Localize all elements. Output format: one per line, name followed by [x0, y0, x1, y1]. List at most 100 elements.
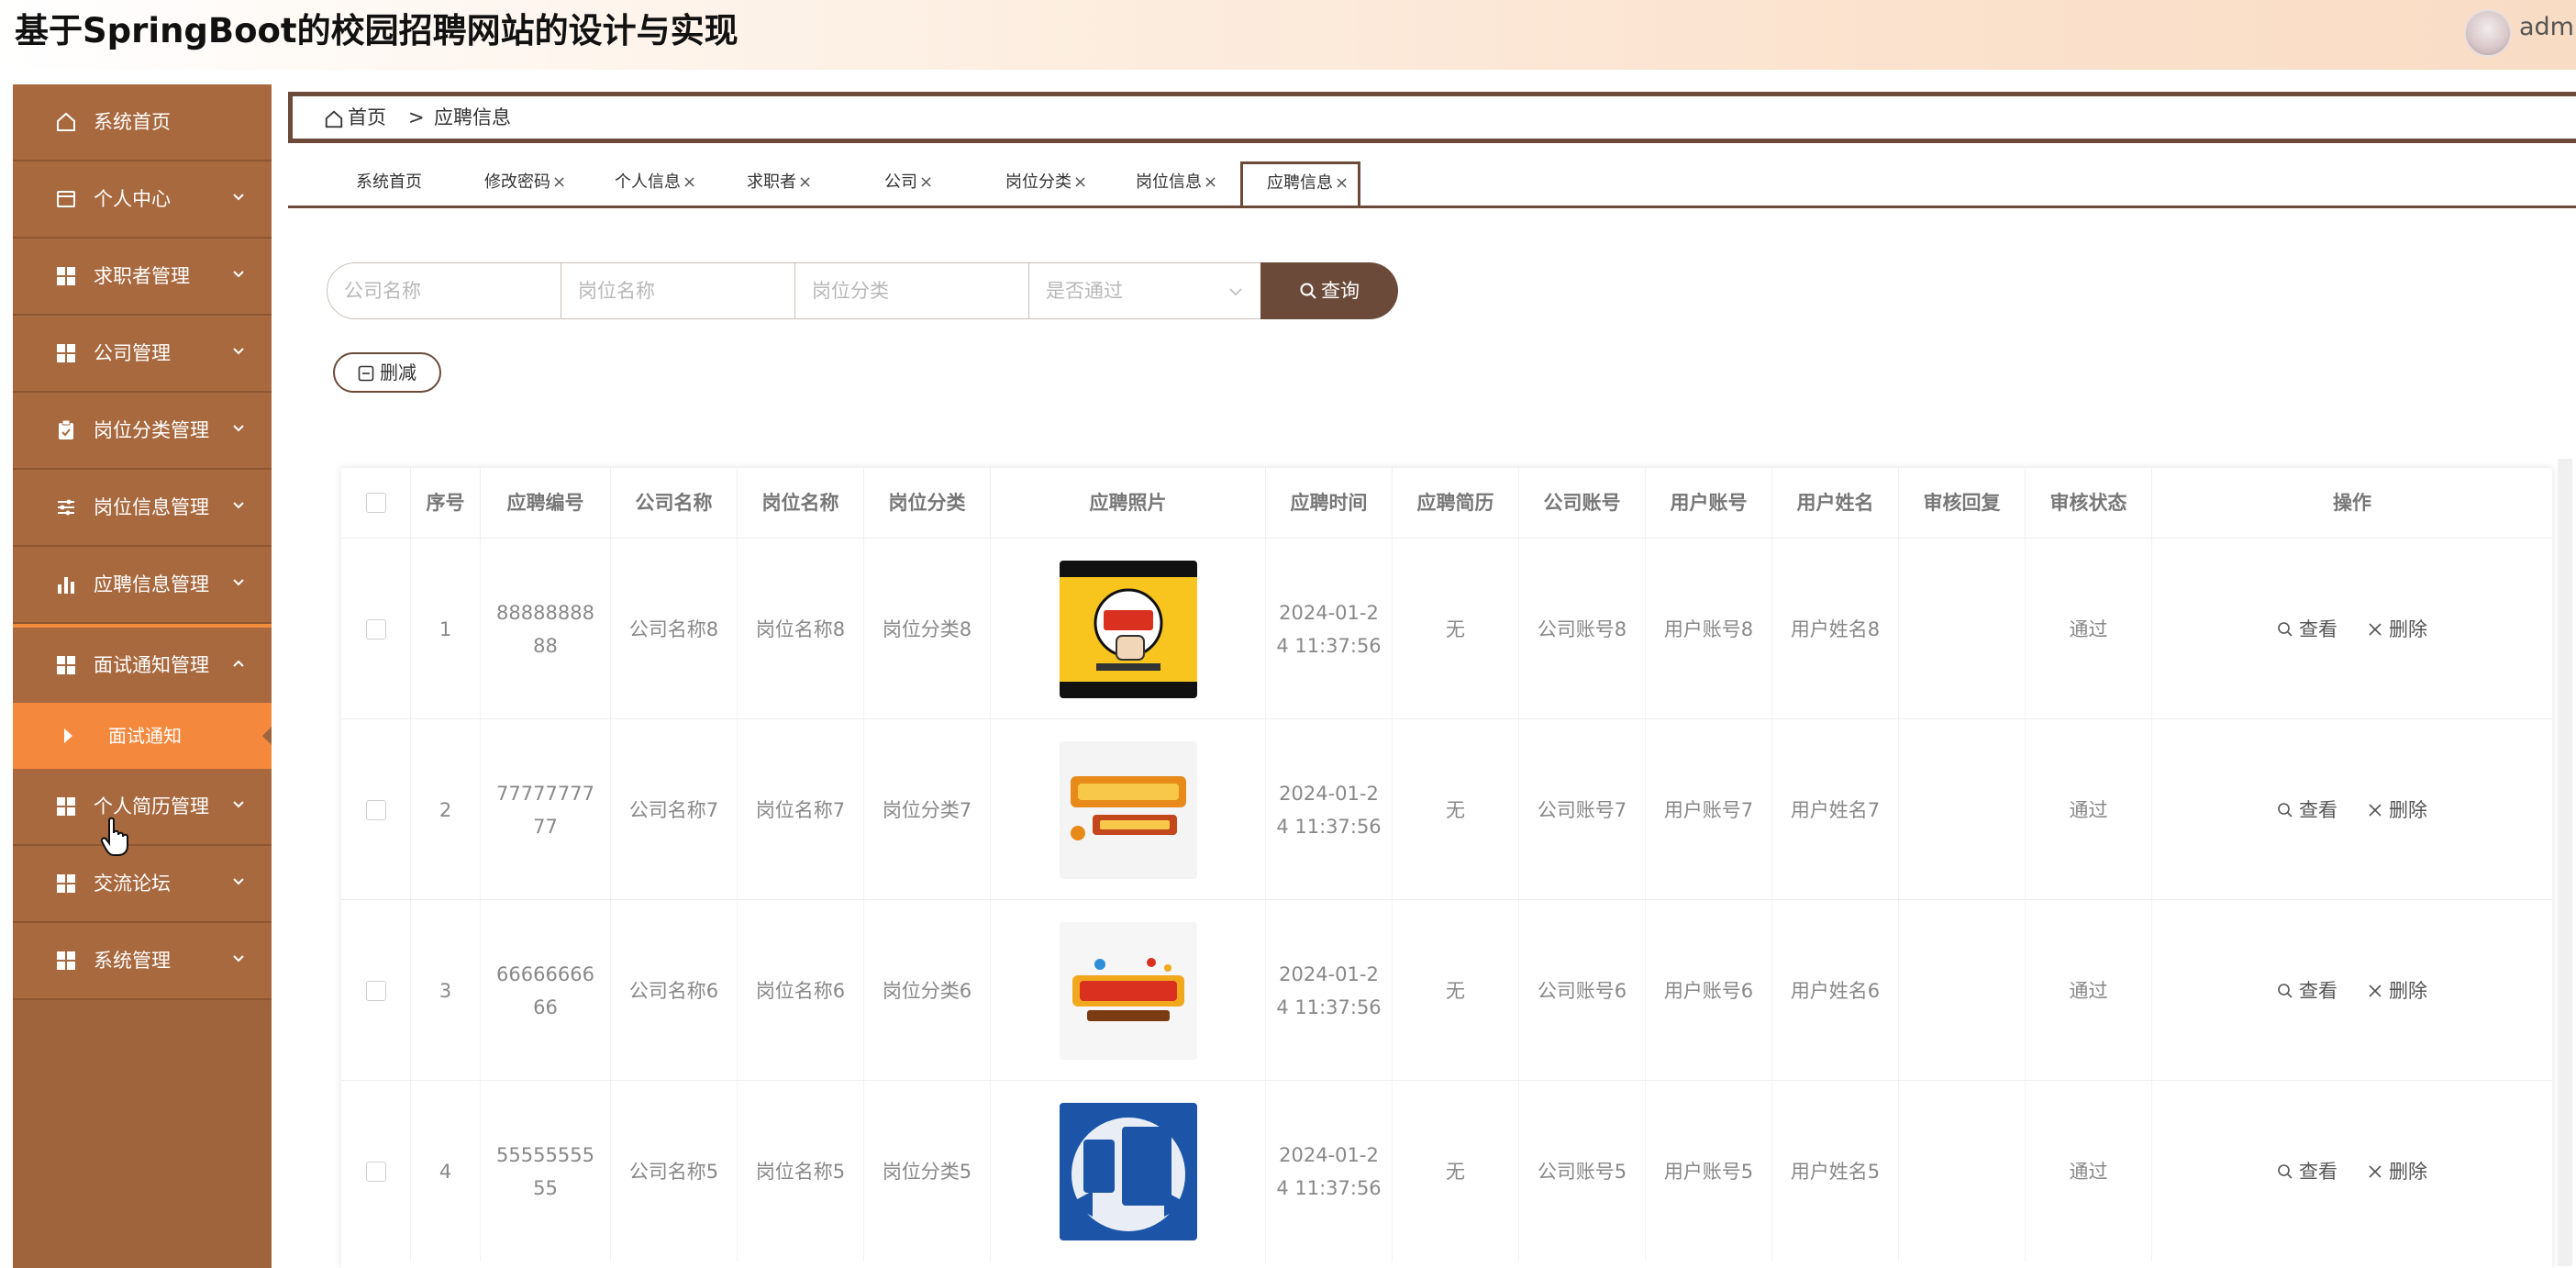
tab-job-category[interactable]: 岗位分类 ×	[1005, 161, 1087, 202]
sidebar-item-jobseekers[interactable]: 求职者管理	[13, 239, 272, 316]
time-line-2: 4 11:37:56	[1276, 634, 1382, 657]
company-name-input[interactable]: 公司名称	[327, 262, 561, 319]
tab-company[interactable]: 公司 ×	[884, 161, 933, 202]
delete-label: 删除	[2389, 1160, 2427, 1183]
chevron-down-icon	[233, 502, 244, 509]
code-line-2: 55	[533, 1176, 558, 1199]
close-icon[interactable]: ×	[552, 172, 566, 192]
row-checkbox[interactable]	[365, 980, 386, 1001]
delete-button[interactable]: 删除	[2367, 613, 2427, 646]
user-name[interactable]: admin	[2519, 13, 2576, 41]
sidebar-item-applications[interactable]: 应聘信息管理	[13, 547, 272, 624]
application-photo[interactable]	[1059, 740, 1197, 879]
cell-actions: 查看 删除	[2152, 900, 2552, 1081]
sidebar-item-system[interactable]: 系统管理	[13, 923, 272, 1000]
time-line-2: 4 11:37:56	[1276, 995, 1382, 1018]
cell-category: 岗位分类6	[864, 900, 991, 1081]
close-icon[interactable]: ×	[1335, 173, 1349, 193]
cell-index: 3	[411, 900, 481, 1081]
view-button[interactable]: 查看	[2277, 613, 2337, 646]
select-all-checkbox[interactable]	[365, 493, 386, 513]
view-button[interactable]: 查看	[2277, 1155, 2337, 1188]
tab-jobseekers[interactable]: 求职者 ×	[747, 161, 812, 202]
tab-job-info[interactable]: 岗位信息 ×	[1136, 161, 1217, 202]
sidebar-item-home[interactable]: 系统首页	[13, 84, 272, 161]
sidebar-item-interview-notices[interactable]: 面试通知管理	[13, 624, 272, 703]
application-photo[interactable]	[1059, 921, 1197, 1060]
close-icon[interactable]: ×	[683, 172, 696, 192]
delete-label: 删除	[2389, 617, 2427, 640]
breadcrumb-home[interactable]: 首页	[348, 96, 386, 139]
chevron-down-icon	[1229, 288, 1242, 296]
close-icon[interactable]: ×	[1073, 172, 1087, 192]
chevron-down-icon	[233, 955, 244, 962]
poster-high-salary-image	[1059, 921, 1197, 1060]
cell-actions: 查看 删除	[2152, 719, 2552, 900]
delete-button[interactable]: 删除	[2367, 974, 2427, 1007]
position-name-input[interactable]: 岗位名称	[561, 262, 795, 319]
column-header: 应聘编号	[481, 468, 611, 538]
sidebar-item-job-categories[interactable]: 岗位分类管理	[13, 393, 272, 470]
passed-select[interactable]: 是否通过	[1028, 262, 1261, 319]
close-icon[interactable]: ×	[1204, 172, 1217, 192]
view-button[interactable]: 查看	[2277, 974, 2337, 1007]
application-photo[interactable]	[1059, 560, 1197, 698]
tab-personal-info[interactable]: 个人信息 ×	[615, 161, 696, 202]
bar-chart-icon	[55, 573, 77, 595]
cell-actions: 查看 删除	[2152, 1081, 2552, 1262]
close-icon[interactable]: ×	[798, 172, 812, 192]
delete-button[interactable]: 删除	[2367, 794, 2427, 827]
code-line-2: 88	[533, 634, 558, 657]
tab-home[interactable]: 系统首页	[356, 161, 422, 202]
tab-change-password[interactable]: 修改密码 ×	[484, 161, 566, 202]
row-select-cell	[341, 900, 411, 1081]
sidebar: 系统首页 个人中心 求职者管理 公司管理 岗位分类管理 岗位信息管理 应聘信息管…	[13, 84, 272, 1268]
close-icon[interactable]: ×	[919, 172, 933, 192]
sidebar-item-companies[interactable]: 公司管理	[13, 316, 272, 393]
company-name-placeholder: 公司名称	[344, 280, 421, 302]
cell-actions: 查看 删除	[2152, 539, 2552, 719]
chevron-down-icon	[233, 579, 244, 586]
user-avatar[interactable]	[2464, 9, 2512, 57]
row-checkbox[interactable]	[365, 618, 386, 640]
delete-button[interactable]: 删除	[2367, 1155, 2427, 1188]
sliders-icon	[55, 496, 77, 518]
cell-status: 通过	[2026, 1081, 2152, 1262]
passed-select-placeholder: 是否通过	[1046, 280, 1123, 302]
clipboard-icon	[55, 419, 77, 441]
batch-delete-button[interactable]: 删减	[333, 352, 441, 393]
position-category-input[interactable]: 岗位分类	[794, 262, 1029, 319]
time-line-1: 2024-01-2	[1279, 962, 1379, 985]
cell-status: 通过	[2026, 900, 2152, 1081]
breadcrumb-separator: >	[408, 106, 425, 128]
row-checkbox[interactable]	[365, 1161, 386, 1182]
sidebar-item-resumes[interactable]: 个人简历管理	[13, 769, 272, 846]
cell-position: 岗位名称7	[738, 719, 864, 900]
sidebar-item-personal-center[interactable]: 个人中心	[13, 161, 272, 239]
home-icon[interactable]	[324, 109, 344, 129]
tab-applications[interactable]: 应聘信息 ×	[1240, 161, 1361, 206]
cell-company: 公司名称7	[611, 719, 738, 900]
cell-company-account: 公司账号6	[1519, 900, 1646, 1081]
sidebar-item-forum[interactable]: 交流论坛	[13, 846, 272, 923]
grid-icon	[55, 342, 77, 364]
application-photo[interactable]	[1059, 1102, 1197, 1240]
delete-label: 删除	[2389, 798, 2427, 821]
sidebar-item-label: 岗位信息管理	[94, 496, 209, 518]
submenu-item-interview-notice[interactable]: 面试通知	[13, 703, 272, 769]
table-row: 1 88888888 88 公司名称8 岗位名称8 岗位分类8 2024-01-2…	[341, 538, 2552, 719]
cell-reply	[1899, 900, 2026, 1081]
grid-icon	[55, 265, 77, 287]
sidebar-item-job-info[interactable]: 岗位信息管理	[13, 470, 272, 547]
tabs-bar: 系统首页 修改密码 × 个人信息 × 求职者 × 公司 × 岗位分类 × 岗位信息 × 应聘…	[288, 161, 2576, 208]
cell-company: 公司名称5	[611, 1081, 738, 1262]
sidebar-item-label: 系统管理	[94, 950, 171, 972]
chevron-down-icon	[233, 801, 244, 808]
search-button[interactable]: 查询	[1260, 262, 1398, 319]
page-scrollbar[interactable]	[2558, 459, 2572, 1266]
grid-icon	[55, 873, 77, 895]
cell-application-code: 55555555 55	[481, 1081, 611, 1262]
row-checkbox[interactable]	[365, 799, 386, 820]
column-header: 用户账号	[1646, 468, 1772, 538]
view-button[interactable]: 查看	[2277, 794, 2337, 827]
